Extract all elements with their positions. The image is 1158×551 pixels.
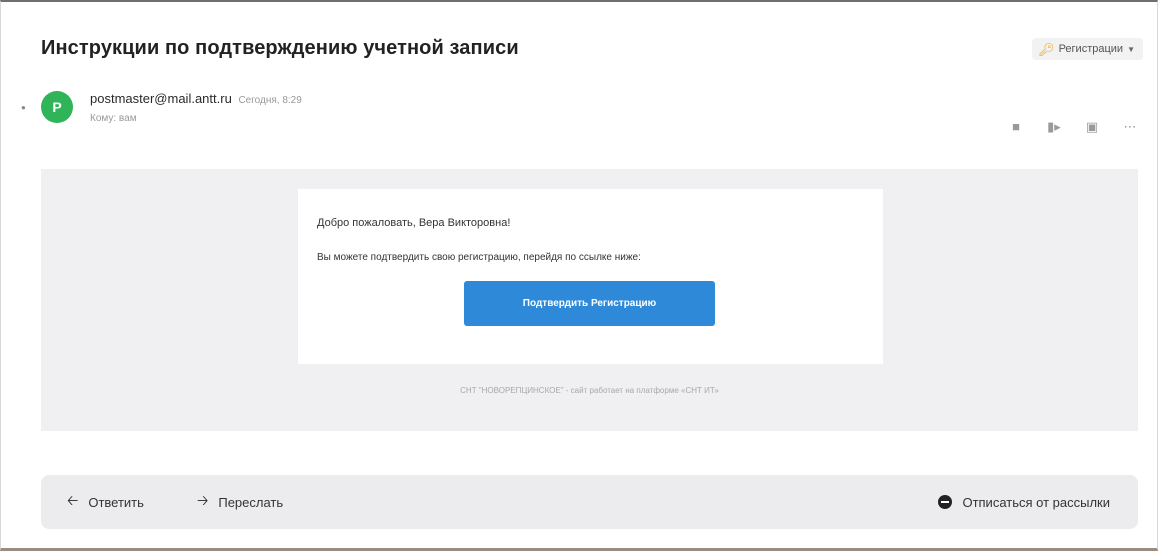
minus-circle-icon xyxy=(938,495,953,509)
sent-time: Сегодня, 8:29 xyxy=(238,95,302,106)
forward-button[interactable]: 🡢 Переслать xyxy=(197,475,283,529)
forward-label: Переслать xyxy=(218,494,284,510)
folder-label: Регистрации xyxy=(1058,43,1124,55)
email-body: Добро пожаловать, Вера Викторовна! Вы мо… xyxy=(41,169,1138,431)
unsubscribe-button[interactable]: Отписаться от рассылки xyxy=(938,475,1110,529)
forward-icon: 🡢 xyxy=(197,492,209,508)
key-icon: 🔑︎ xyxy=(1038,41,1055,57)
move-icon[interactable]: ▮▸ xyxy=(1045,120,1063,134)
bookmark-icon[interactable]: ■ xyxy=(1007,120,1025,134)
collapse-icon[interactable]: ● xyxy=(21,103,26,112)
recipient-line: Кому: вам xyxy=(90,113,137,124)
reply-icon: 🡠 xyxy=(67,492,79,508)
header-actions: ■ ▮▸ ▣ ⋯ xyxy=(1007,120,1139,134)
more-icon[interactable]: ⋯ xyxy=(1121,120,1139,134)
chevron-down-icon: ▼ xyxy=(1127,44,1135,54)
instruction-text: Вы можете подтвердить свою регистрацию, … xyxy=(317,252,641,263)
sender-line: postmaster@mail.antt.ru Сегодня, 8:29 xyxy=(90,91,302,106)
reply-label: Ответить xyxy=(88,494,144,510)
email-viewer: Инструкции по подтверждению учетной запи… xyxy=(0,0,1158,551)
archive-icon[interactable]: ▣ xyxy=(1083,120,1101,134)
folder-tag[interactable]: 🔑︎ Регистрации ▼ xyxy=(1032,38,1143,60)
confirm-registration-button[interactable]: Подтвердить Регистрацию xyxy=(464,281,715,326)
reply-button[interactable]: 🡠 Ответить xyxy=(67,475,144,529)
sender-address[interactable]: postmaster@mail.antt.ru xyxy=(90,91,232,106)
email-subject: Инструкции по подтверждению учетной запи… xyxy=(41,37,519,59)
unsubscribe-label: Отписаться от рассылки xyxy=(962,494,1110,510)
greeting-text: Добро пожаловать, Вера Викторовна! xyxy=(317,217,511,229)
message-card: Добро пожаловать, Вера Викторовна! Вы мо… xyxy=(298,189,883,364)
avatar: P xyxy=(41,91,73,123)
bottom-toolbar: 🡠 Ответить 🡢 Переслать Отписаться от рас… xyxy=(41,475,1138,529)
platform-footnote: СНТ "НОВОРЕПЦИНСКОЕ" - сайт работает на … xyxy=(460,386,719,395)
